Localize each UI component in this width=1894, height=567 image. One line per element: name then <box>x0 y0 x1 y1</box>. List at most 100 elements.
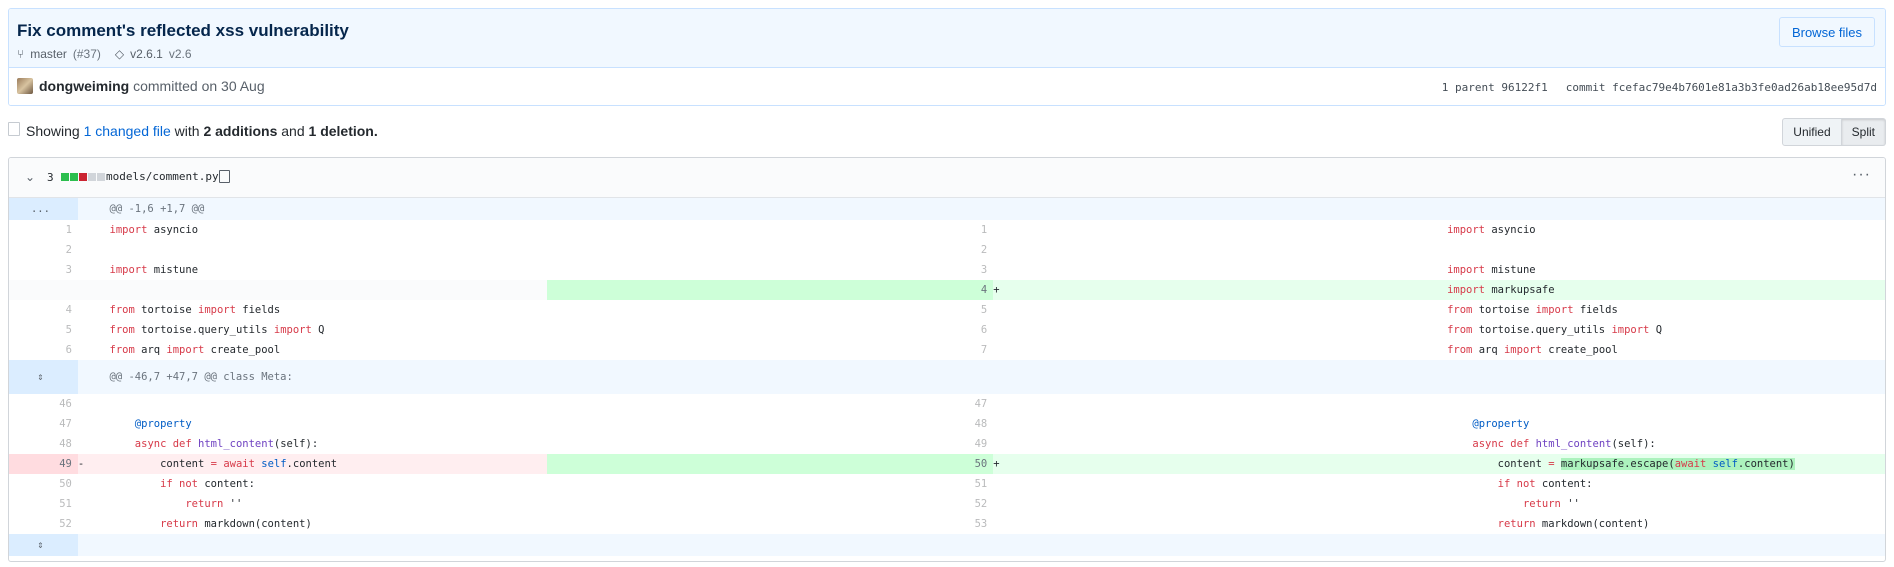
summary-and: and <box>281 123 305 139</box>
line-number[interactable]: 6 <box>547 320 993 340</box>
line-number[interactable]: 52 <box>9 514 78 534</box>
line-number[interactable]: 46 <box>9 394 78 414</box>
code-line <box>101 280 548 300</box>
commit-sha-info: commit fcefac79e4b7601e81a3b3fe0ad26ab18… <box>1566 81 1877 94</box>
code-line: @property <box>1472 418 1530 430</box>
table-row: 4 + import markupsafe <box>9 280 1885 300</box>
expand-down-icon[interactable]: ⇕ <box>9 534 78 556</box>
code-line: import asyncio <box>1447 224 1536 236</box>
code-line <box>1439 240 1885 260</box>
parent-sha-link[interactable]: 96122f1 <box>1501 81 1547 94</box>
code-line: @property <box>134 418 192 430</box>
more-options-icon[interactable]: ··· <box>1852 166 1871 184</box>
line-number[interactable]: 1 <box>547 220 993 240</box>
table-row: 52 return markdown(content) 53 return ma… <box>9 514 1885 534</box>
code-line: return markdown(content) <box>1497 518 1650 530</box>
code-line: async def html_content(self): <box>134 438 319 450</box>
table-row: 2 2 <box>9 240 1885 260</box>
table-row: 6 from arq import create_pool 7 from arq… <box>9 340 1885 360</box>
table-row: 3 import mistune 3 import mistune <box>9 260 1885 280</box>
line-number[interactable]: 49 <box>547 434 993 454</box>
line-number[interactable]: 50 <box>547 454 994 474</box>
expand-icon[interactable]: ⇕ <box>9 360 78 394</box>
additions-count: 2 additions <box>203 123 278 139</box>
line-number[interactable]: 49 <box>9 454 78 474</box>
summary-with: with <box>174 123 200 139</box>
line-number[interactable]: 5 <box>547 300 993 320</box>
line-number[interactable]: 1 <box>9 220 78 240</box>
line-number[interactable]: 3 <box>547 260 993 280</box>
view-toggle: Unified Split <box>1782 118 1886 146</box>
line-number[interactable]: 3 <box>9 260 78 280</box>
diffstat-block <box>97 173 105 181</box>
commit-branch-info: ⑂ master (#37) ◇ v2.6.1 v2.6 <box>17 47 192 61</box>
table-row: 51 return '' 52 return '' <box>9 494 1885 514</box>
sha-area: 1 parent 96122f1 commit fcefac79e4b7601e… <box>1442 81 1877 94</box>
code-line: return '' <box>1522 498 1580 510</box>
line-number[interactable]: 6 <box>9 340 78 360</box>
summary-showing: Showing <box>26 123 80 139</box>
branch-link[interactable]: master <box>30 47 67 61</box>
code-line: if not content: <box>1497 478 1593 490</box>
code-line: import mistune <box>1447 264 1536 276</box>
line-number[interactable]: 47 <box>9 414 78 434</box>
diffstat-blocks <box>61 173 105 181</box>
hunk-header: ⇕ @@ -46,7 +47,7 @@ class Meta: <box>9 360 1885 394</box>
table-row: 48 async def html_content(self): 49 asyn… <box>9 434 1885 454</box>
table-row: 47 @property 48 @property <box>9 414 1885 434</box>
table-row: 50 if not content: 51 if not content: <box>9 474 1885 494</box>
line-number[interactable]: 53 <box>547 514 993 534</box>
line-number[interactable]: 2 <box>547 240 993 260</box>
code-line: import markupsafe <box>1439 280 1885 300</box>
code-line: from tortoise.query_utils import Q <box>1447 324 1663 336</box>
changed-files-link[interactable]: 1 changed file <box>84 123 171 139</box>
line-number[interactable]: 2 <box>9 240 78 260</box>
line-number[interactable]: 51 <box>9 494 78 514</box>
parent-info: 1 parent 96122f1 <box>1442 81 1548 94</box>
author-link[interactable]: dongweiming <box>39 78 129 94</box>
diffstat-block <box>88 173 96 181</box>
line-number[interactable]: 48 <box>9 434 78 454</box>
chevron-down-icon[interactable]: ⌄ <box>25 170 35 184</box>
hunk-expand[interactable]: ... <box>9 198 78 220</box>
copy-icon[interactable] <box>219 170 230 183</box>
line-number[interactable]: 5 <box>9 320 78 340</box>
commit-label: commit <box>1565 81 1606 94</box>
tag-link[interactable]: v2.6.1 <box>130 47 163 61</box>
commit-sha: fcefac79e4b7601e81a3b3fe0ad26ab18ee95d7d <box>1612 81 1877 94</box>
line-number[interactable]: 7 <box>547 340 993 360</box>
line-number[interactable]: 50 <box>9 474 78 494</box>
commit-title-bar: Fix comment's reflected xss vulnerabilit… <box>9 9 1885 68</box>
diff-summary: Showing 1 changed file with 2 additions … <box>26 123 378 139</box>
commit-title: Fix comment's reflected xss vulnerabilit… <box>17 21 349 40</box>
table-row: 5 from tortoise.query_utils import Q 6 f… <box>9 320 1885 340</box>
code-line: content = await self.content <box>101 454 548 474</box>
file-tree-icon[interactable] <box>8 122 20 136</box>
split-button[interactable]: Split <box>1841 118 1886 146</box>
file-header: ⌄ 3 models/comment.py ··· <box>9 158 1885 198</box>
commit-header: Fix comment's reflected xss vulnerabilit… <box>8 8 1886 106</box>
table-row: 46 47 <box>9 394 1885 414</box>
addition-marker: + <box>993 454 1440 474</box>
hunk-text: @@ -1,6 +1,7 @@ <box>101 198 1885 220</box>
avatar[interactable] <box>17 78 33 94</box>
diffstat-block <box>61 173 69 181</box>
line-number[interactable]: 48 <box>547 414 993 434</box>
tag-icon: ◇ <box>114 47 125 61</box>
browse-files-button[interactable]: Browse files <box>1779 17 1875 47</box>
line-number[interactable]: 4 <box>9 300 78 320</box>
pr-link[interactable]: (#37) <box>73 47 101 61</box>
code-line: if not content: <box>160 478 255 490</box>
diff-table: ... @@ -1,6 +1,7 @@ 1 import asyncio 1 i… <box>9 198 1885 556</box>
table-row: 4 from tortoise import fields 5 from tor… <box>9 300 1885 320</box>
code-line: from arq import create_pool <box>1447 344 1618 356</box>
tag-extra[interactable]: v2.6 <box>169 47 192 61</box>
line-number[interactable]: 47 <box>547 394 993 414</box>
line-number[interactable]: 51 <box>547 474 993 494</box>
table-row: 49- content = await self.content 50 + con… <box>9 454 1885 474</box>
file-name[interactable]: models/comment.py <box>106 170 219 183</box>
unified-button[interactable]: Unified <box>1782 118 1842 146</box>
line-number[interactable]: 4 <box>547 280 994 300</box>
line-number[interactable]: 52 <box>547 494 993 514</box>
deletion-marker: - <box>77 454 102 474</box>
